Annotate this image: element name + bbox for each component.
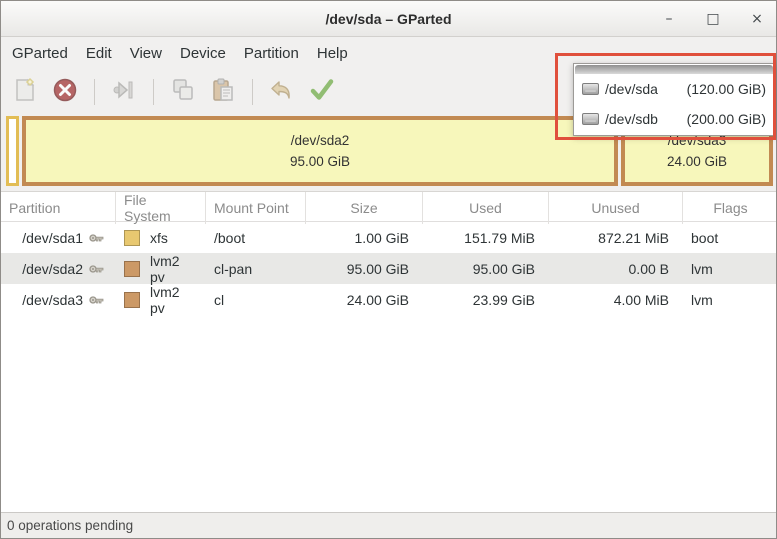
size-value: 95.00 GiB [306, 253, 423, 285]
table-row-sda3[interactable]: /dev/sda3 lvm2 pv cl 24.00 GiB 23.99 GiB… [1, 284, 776, 315]
close-button[interactable]: × [746, 8, 768, 30]
unused-value: 4.00 MiB [549, 284, 683, 316]
resize-move-icon [111, 77, 137, 106]
unused-value: 0.00 B [549, 253, 683, 285]
minimize-button[interactable]: – [658, 8, 680, 30]
undo-button[interactable] [264, 74, 300, 110]
mount-point: /boot [206, 222, 306, 253]
filesystem-swatch [124, 230, 140, 246]
partition-block-sda2[interactable]: /dev/sda2 95.00 GiB [22, 116, 618, 186]
col-flags: Flags [683, 192, 777, 224]
used-value: 151.79 MiB [423, 222, 549, 253]
table-row-sda1[interactable]: /dev/sda1 xfs /boot 1.00 GiB 151.79 MiB … [1, 222, 776, 253]
col-unused: Unused [549, 192, 683, 224]
device-size: (200.00 GiB) [687, 111, 766, 127]
resize-move-button[interactable] [106, 74, 142, 110]
col-size: Size [306, 192, 423, 224]
mount-point: cl [206, 284, 306, 316]
partition-block-size: 24.00 GiB [667, 154, 727, 169]
paste-icon [210, 77, 236, 106]
used-value: 23.99 GiB [423, 284, 549, 316]
delete-button[interactable] [47, 74, 83, 110]
toolbar-separator [94, 79, 95, 105]
statusbar: 0 operations pending [1, 512, 776, 538]
partition-table: Partition File System Mount Point Size U… [1, 191, 776, 512]
partition-block-sda1[interactable] [6, 116, 19, 186]
unused-value: 872.21 MiB [549, 222, 683, 253]
device-size: (120.00 GiB) [687, 81, 766, 97]
table-row-sda2[interactable]: /dev/sda2 lvm2 pv cl-pan 95.00 GiB 95.00… [1, 253, 776, 284]
col-filesystem: File System [116, 192, 206, 224]
device-option-sda[interactable]: /dev/sda (120.00 GiB) [574, 74, 774, 104]
device-combobox-edge[interactable] [575, 65, 773, 74]
flags-value: boot [683, 222, 777, 253]
window-controls: – □ × [658, 1, 768, 37]
delete-icon [52, 77, 78, 106]
toolbar-separator [153, 79, 154, 105]
key-icon [89, 292, 104, 308]
filesystem-name: lvm2 pv [150, 284, 198, 316]
partition-block-size: 95.00 GiB [290, 154, 350, 169]
disk-icon [582, 83, 599, 95]
window-title: /dev/sda – GParted [325, 11, 451, 27]
apply-icon [309, 77, 335, 106]
new-partition-button[interactable] [7, 74, 43, 110]
key-icon [89, 230, 104, 246]
filesystem-name: xfs [150, 230, 168, 246]
titlebar: /dev/sda – GParted – □ × [1, 1, 776, 37]
filesystem-name: lvm2 pv [150, 253, 198, 285]
copy-icon [170, 77, 196, 106]
gparted-window: /dev/sda – GParted – □ × GParted Edit Vi… [0, 0, 777, 539]
apply-button[interactable] [304, 74, 340, 110]
maximize-button[interactable]: □ [702, 8, 724, 30]
undo-icon [269, 77, 295, 106]
menu-view[interactable]: View [121, 39, 171, 68]
device-option-sdb[interactable]: /dev/sdb (200.00 GiB) [574, 104, 774, 134]
toolbar-separator [252, 79, 253, 105]
operations-pending-text: 0 operations pending [7, 518, 133, 533]
partition-name: /dev/sda2 [22, 261, 83, 277]
filesystem-swatch [124, 261, 140, 277]
menu-help[interactable]: Help [308, 39, 357, 68]
flags-value: lvm [683, 253, 777, 285]
col-used: Used [423, 192, 549, 224]
flags-value: lvm [683, 284, 777, 316]
key-icon [89, 261, 104, 277]
menu-edit[interactable]: Edit [77, 39, 121, 68]
mount-point: cl-pan [206, 253, 306, 285]
device-name: /dev/sda [605, 81, 658, 97]
disk-icon [582, 113, 599, 125]
menu-partition[interactable]: Partition [235, 39, 308, 68]
col-mountpoint: Mount Point [206, 192, 306, 224]
filesystem-swatch [124, 292, 140, 308]
menu-device[interactable]: Device [171, 39, 235, 68]
table-header: Partition File System Mount Point Size U… [1, 192, 776, 222]
device-name: /dev/sdb [605, 111, 658, 127]
used-value: 95.00 GiB [423, 253, 549, 285]
size-value: 24.00 GiB [306, 284, 423, 316]
copy-button[interactable] [165, 74, 201, 110]
size-value: 1.00 GiB [306, 222, 423, 253]
partition-block-name: /dev/sda2 [291, 133, 350, 148]
device-dropdown-popup: /dev/sda (120.00 GiB) /dev/sdb (200.00 G… [573, 63, 775, 136]
partition-name: /dev/sda1 [22, 230, 83, 246]
col-partition: Partition [1, 192, 116, 224]
new-partition-icon [12, 77, 38, 106]
menu-gparted[interactable]: GParted [3, 39, 77, 68]
partition-name: /dev/sda3 [22, 292, 83, 308]
paste-button[interactable] [205, 74, 241, 110]
